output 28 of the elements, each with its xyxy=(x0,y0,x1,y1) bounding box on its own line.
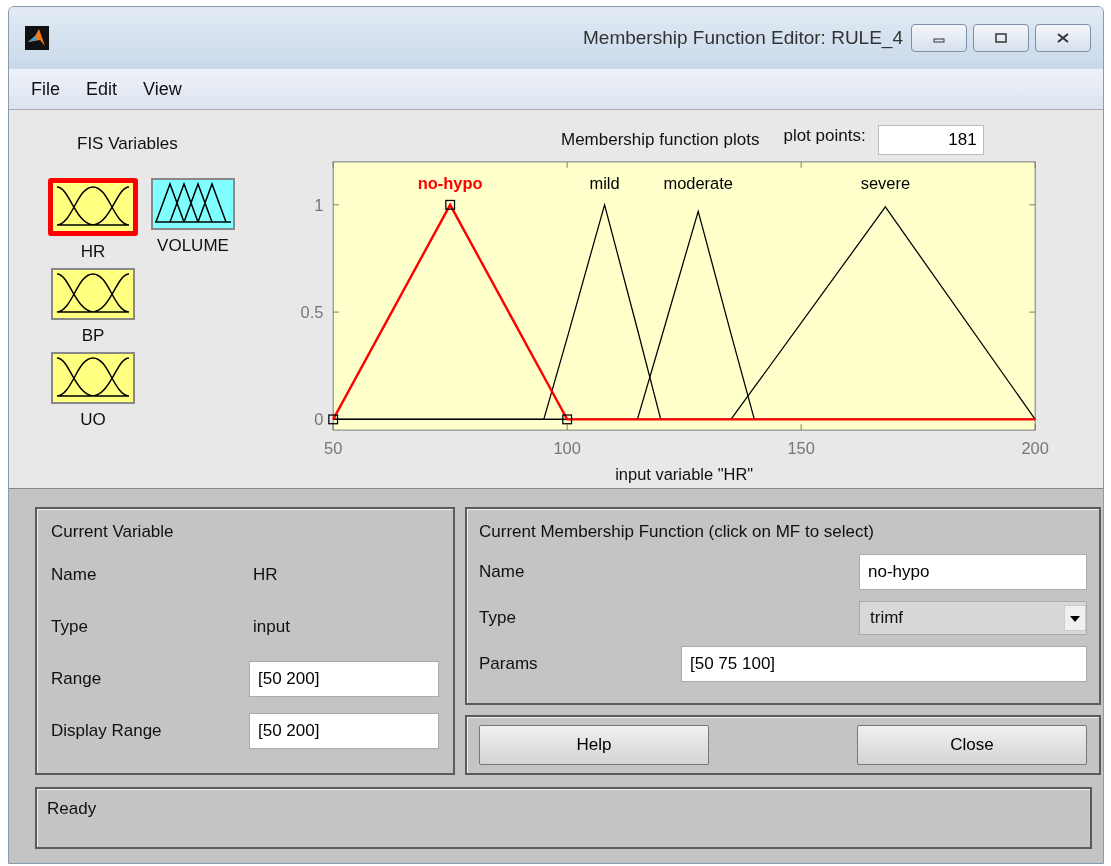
tick-label: 0.5 xyxy=(300,302,324,321)
status-text: Ready xyxy=(47,799,97,818)
tick-label: 0 xyxy=(314,410,324,428)
panel-title: Current Membership Function (click on MF to select) xyxy=(479,521,875,543)
field-value: HR xyxy=(253,565,278,585)
tick-label: 100 xyxy=(553,439,581,458)
tick-label: 200 xyxy=(1021,439,1049,458)
variable-name: HR xyxy=(80,242,106,263)
field-label: Name xyxy=(51,565,98,585)
variable-name: UO xyxy=(80,410,106,431)
tick-label: 50 xyxy=(324,439,343,458)
field-label: Range xyxy=(51,669,103,689)
plot-title: Membership function plots xyxy=(561,130,760,151)
variable-name: BP xyxy=(81,326,105,347)
field-label: Type xyxy=(51,617,89,637)
field-label: plot points: xyxy=(783,126,866,147)
section-title: FIS Variables xyxy=(76,134,179,154)
tick-label: 1 xyxy=(314,195,324,214)
window-title: Membership Function Editor: RULE_4 xyxy=(583,27,903,49)
field-label: Name xyxy=(479,562,526,582)
variable-name: VOLUME xyxy=(157,236,229,257)
panel-title: Current Variable xyxy=(51,521,175,543)
tick-label: 150 xyxy=(787,439,815,458)
field-value: input xyxy=(253,617,290,637)
field-label: Type xyxy=(479,608,517,628)
axis-label: input variable "HR" xyxy=(615,465,754,484)
field-label: Params xyxy=(479,654,539,674)
field-label: Display Range xyxy=(51,721,163,741)
